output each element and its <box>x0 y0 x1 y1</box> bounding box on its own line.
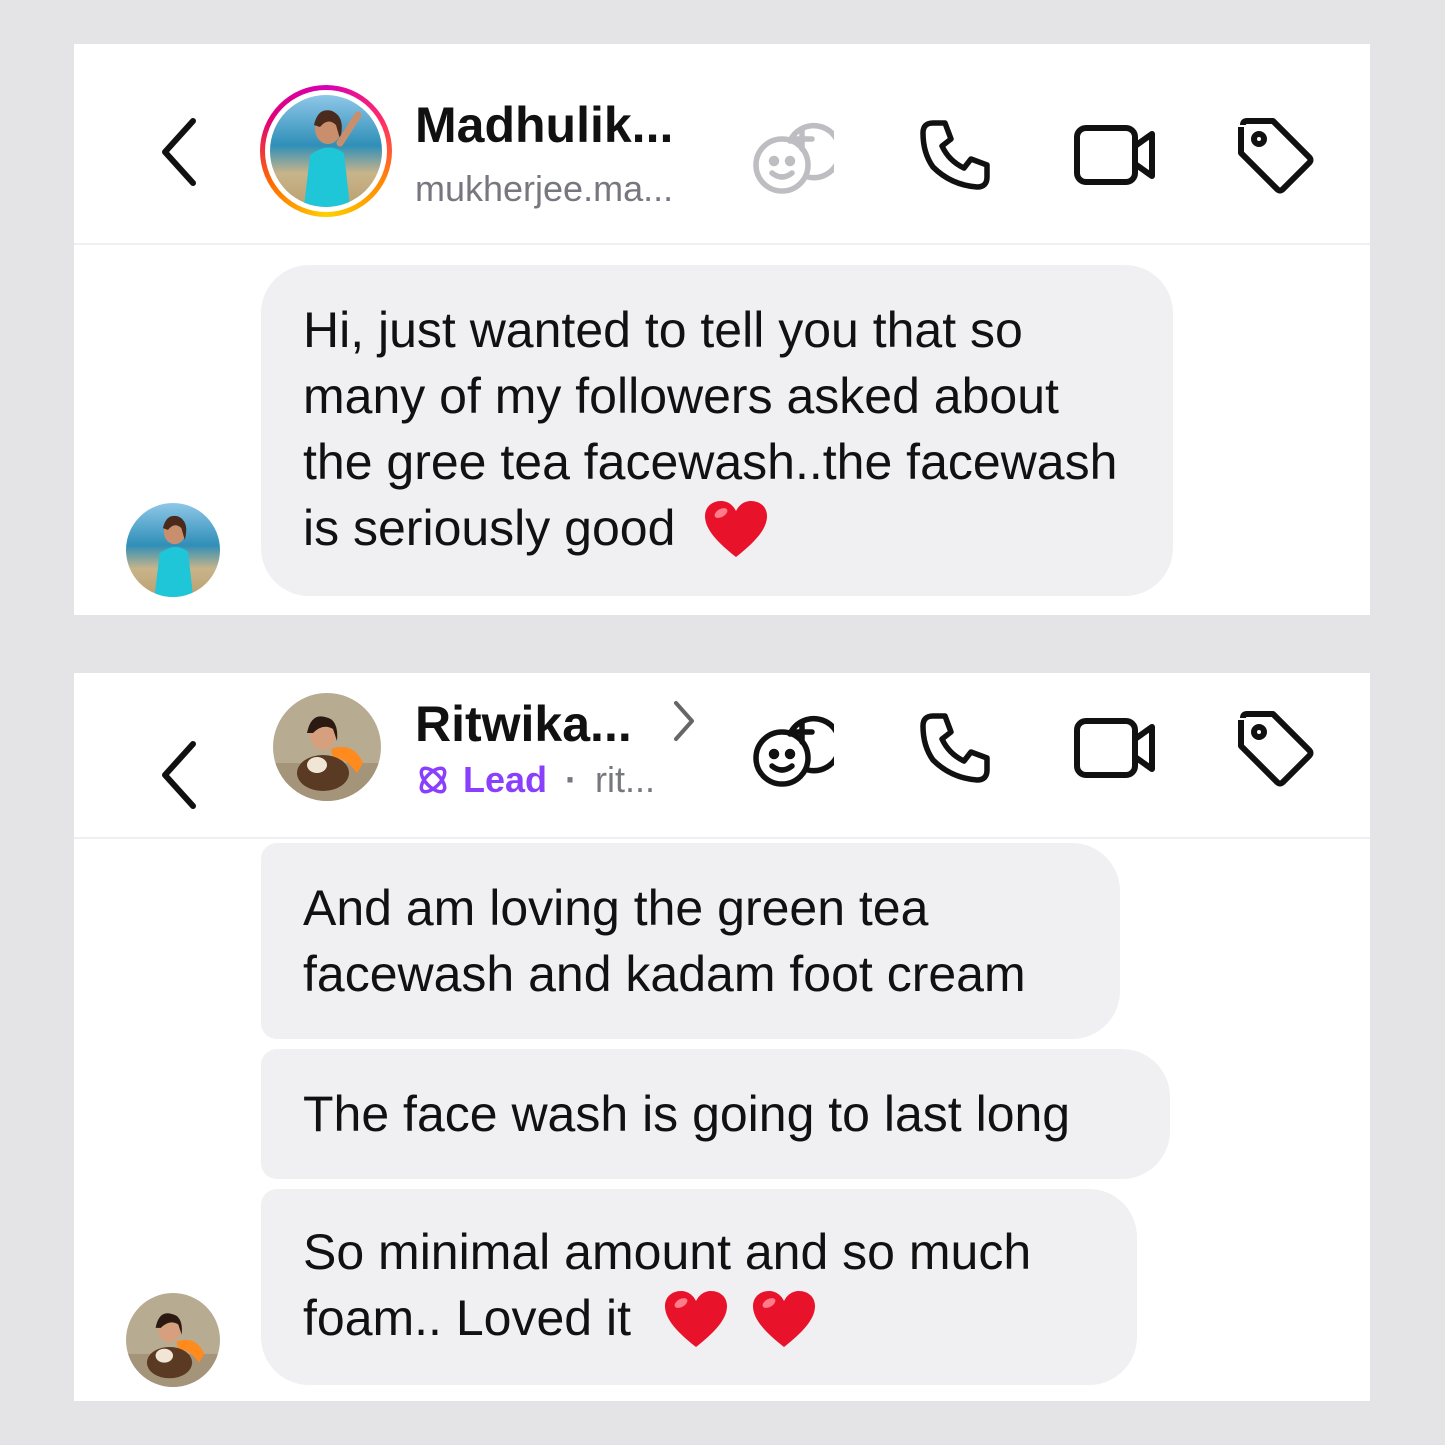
contact-name[interactable]: Madhulik... <box>415 96 673 154</box>
message-bubble[interactable]: And am loving the green tea facewash and… <box>261 843 1120 1039</box>
lead-label: Lead <box>463 759 548 800</box>
atom-icon <box>419 766 447 794</box>
lead-badge[interactable]: Lead <box>415 759 547 801</box>
call-button[interactable] <box>910 703 1000 793</box>
call-button[interactable] <box>910 110 1000 200</box>
red-heart-emoji <box>664 1291 727 1347</box>
sender-avatar[interactable] <box>126 503 220 597</box>
tag-icon <box>1238 118 1314 194</box>
tag-icon <box>1238 711 1314 787</box>
video-camera-icon <box>1074 718 1155 778</box>
profile-photo[interactable] <box>273 693 381 801</box>
chevron-left-icon <box>162 741 196 809</box>
chat-header: Ritwika... Lead · rit... <box>74 673 1370 839</box>
back-button[interactable] <box>154 735 204 815</box>
video-call-button[interactable] <box>1070 703 1160 793</box>
chevron-left-icon <box>162 118 196 186</box>
label-button[interactable] <box>1230 110 1320 200</box>
red-heart-emoji <box>705 501 768 557</box>
contact-meta: Lead · rit... <box>415 759 655 801</box>
chat-header: Madhulik... mukherjee.ma... <box>74 44 1370 245</box>
contact-name[interactable]: Ritwika... <box>415 695 632 753</box>
message-bubble[interactable]: Hi, just wanted to tell you that so many… <box>261 265 1173 596</box>
face-plus-icon <box>753 122 834 194</box>
message-bubble[interactable]: So minimal amount and so much foam.. Lov… <box>261 1189 1137 1385</box>
message-text: And am loving the green tea facewash and… <box>303 880 1026 1002</box>
story-avatar[interactable] <box>260 85 392 217</box>
add-sticker-button[interactable] <box>747 110 837 200</box>
contact-username: mukherjee.ma... <box>415 168 674 209</box>
message-bubble[interactable]: The face wash is going to last long <box>261 1049 1170 1179</box>
phone-icon <box>920 713 990 783</box>
conversation-panel-madhulika: Madhulik... mukherjee.ma... Hi, just wan… <box>74 44 1370 615</box>
red-heart-emoji <box>752 1291 815 1347</box>
sender-avatar[interactable] <box>126 1293 220 1387</box>
contact-username: rit... <box>595 759 656 800</box>
profile-photo <box>270 95 382 207</box>
conversation-panel-ritwika: Ritwika... Lead · rit... And am loving t… <box>74 673 1370 1401</box>
phone-icon <box>920 120 990 190</box>
video-call-button[interactable] <box>1070 110 1160 200</box>
separator-dot: · <box>565 759 578 800</box>
label-button[interactable] <box>1230 703 1320 793</box>
add-sticker-button[interactable] <box>747 703 837 793</box>
video-camera-icon <box>1074 125 1155 185</box>
face-plus-icon <box>753 715 834 787</box>
message-text: The face wash is going to last long <box>303 1086 1071 1142</box>
chevron-right-icon[interactable] <box>670 699 698 743</box>
back-button[interactable] <box>154 112 204 192</box>
